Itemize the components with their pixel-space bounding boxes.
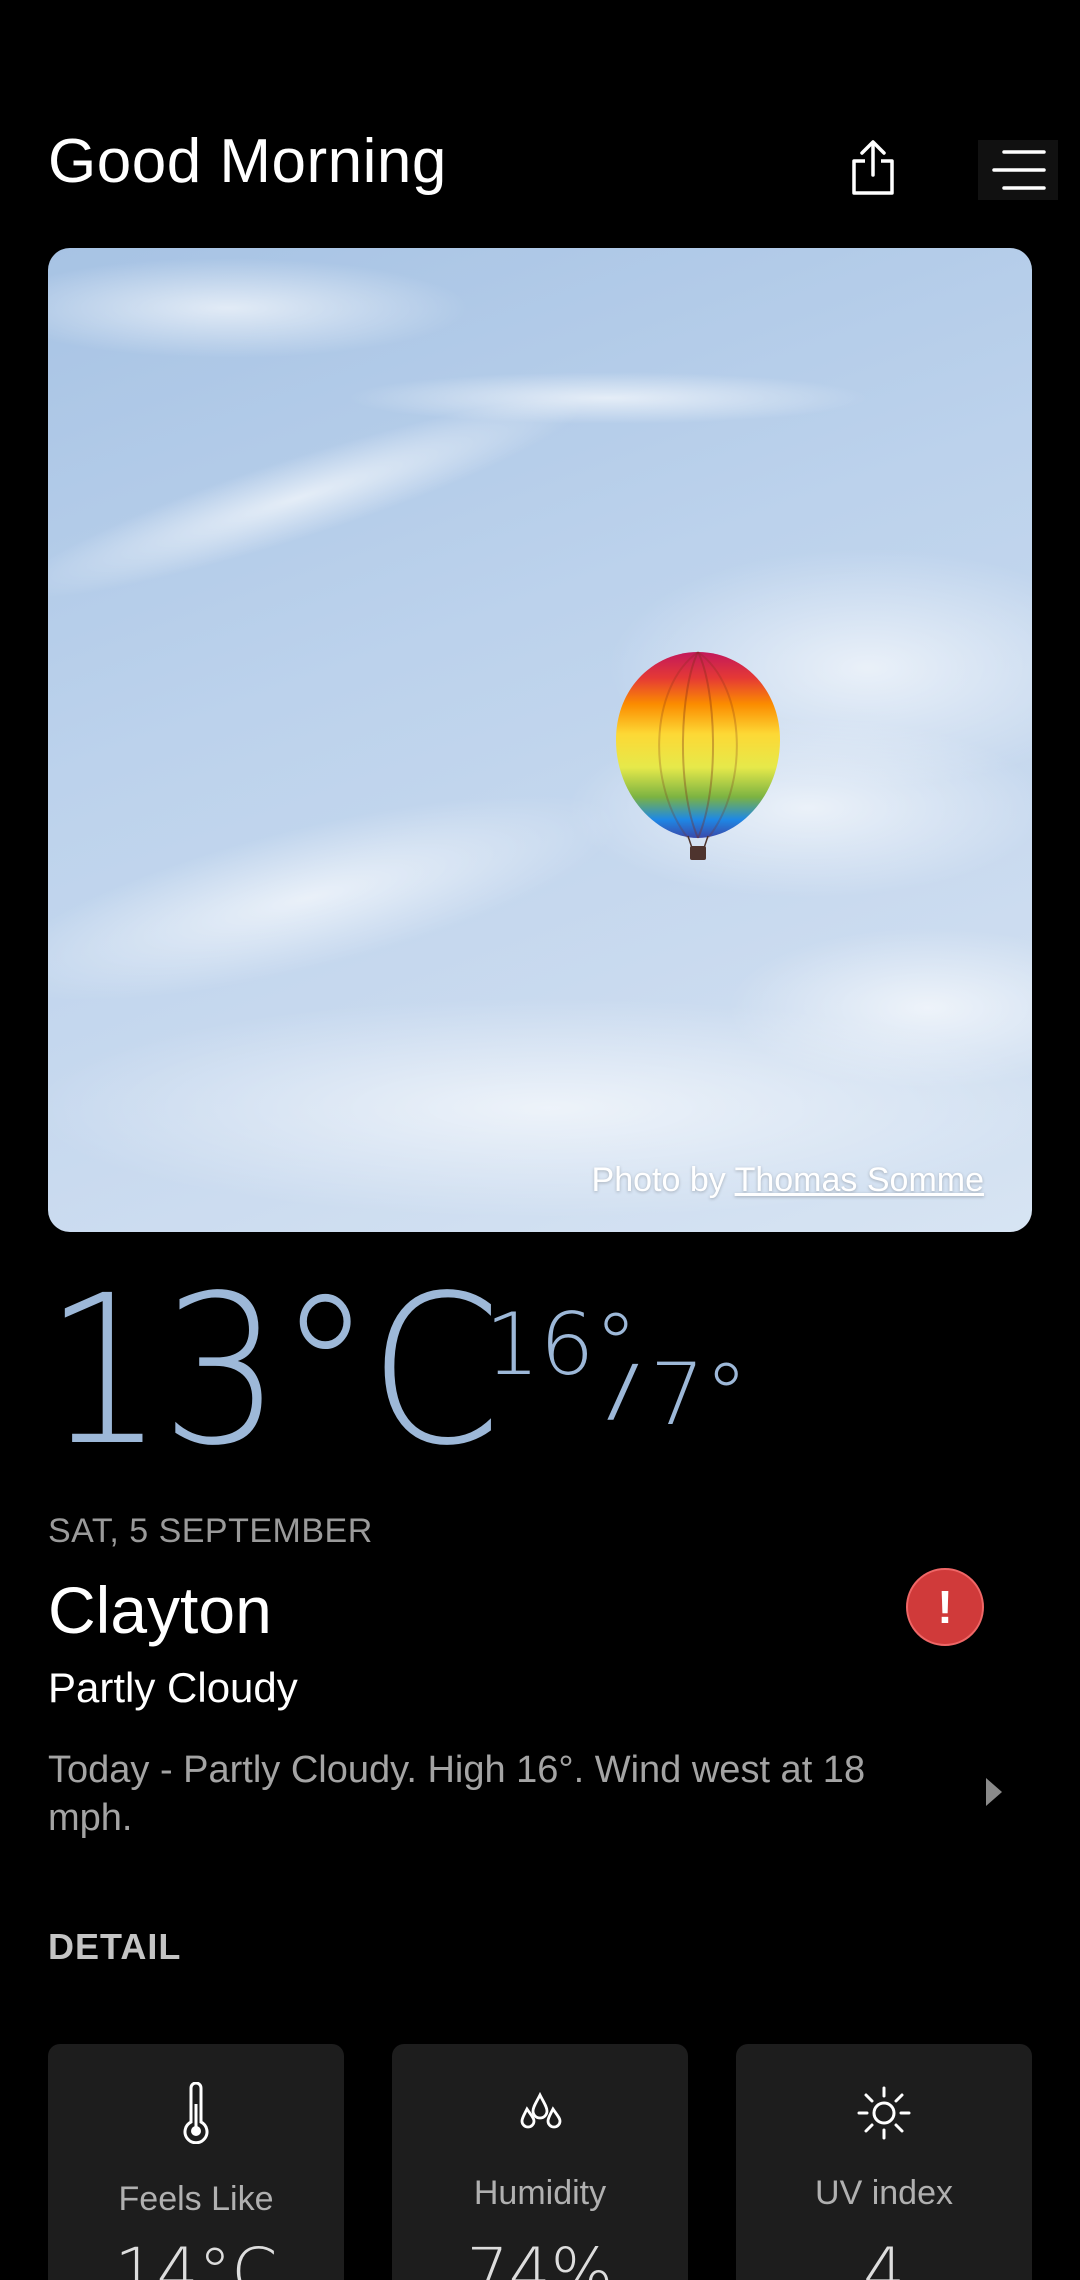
chevron-right-icon[interactable] (986, 1778, 1002, 1806)
card-value: 74% (466, 2234, 614, 2280)
header: Good Morning (48, 120, 1058, 220)
weather-photo[interactable]: Photo by Thomas Somme (48, 248, 1032, 1232)
card-value: 14°C (114, 2234, 278, 2280)
low-temperature: 7° (650, 1345, 748, 1445)
weather-screen: Good Morning Photo by Thomas Somme 13°C … (0, 0, 1080, 2280)
sun-icon (857, 2086, 911, 2140)
city-name: Clayton (48, 1573, 272, 1647)
share-icon (852, 140, 894, 195)
photo-credit: Photo by Thomas Somme (592, 1161, 984, 1200)
uv-index-card[interactable]: UV index 4 (736, 2044, 1032, 2280)
alert-symbol: ! (937, 1581, 953, 1633)
share-button[interactable] (838, 130, 908, 206)
current-temperature: 13°C (44, 1251, 501, 1491)
menu-button[interactable] (978, 140, 1058, 200)
weather-condition: Partly Cloudy (48, 1664, 298, 1711)
photo-author-link[interactable]: Thomas Somme (735, 1161, 984, 1199)
humidity-icon (520, 2091, 562, 2129)
card-label: UV index (815, 2174, 953, 2212)
forecast-summary[interactable]: Today - Partly Cloudy. High 16°. Wind we… (48, 1746, 948, 1842)
sky-photo-image (48, 258, 1032, 1218)
detail-heading: DETAIL (48, 1926, 182, 1967)
humidity-card[interactable]: Humidity 74% (392, 2044, 688, 2280)
detail-cards: Feels Like 14°C Humidity 74% UV index 4 (48, 2044, 1032, 2280)
card-label: Feels Like (118, 2180, 274, 2218)
card-value: 4 (863, 2234, 905, 2280)
card-label: Humidity (473, 2174, 607, 2212)
photo-credit-prefix: Photo by (591, 1161, 726, 1199)
date-label: SAT, 5 SEPTEMBER (48, 1512, 373, 1550)
menu-icon (992, 150, 1046, 190)
feels-like-card[interactable]: Feels Like 14°C (48, 2044, 344, 2280)
greeting-title: Good Morning (48, 127, 447, 196)
thermometer-icon (183, 2082, 209, 2144)
alert-icon[interactable]: ! (906, 1568, 984, 1646)
